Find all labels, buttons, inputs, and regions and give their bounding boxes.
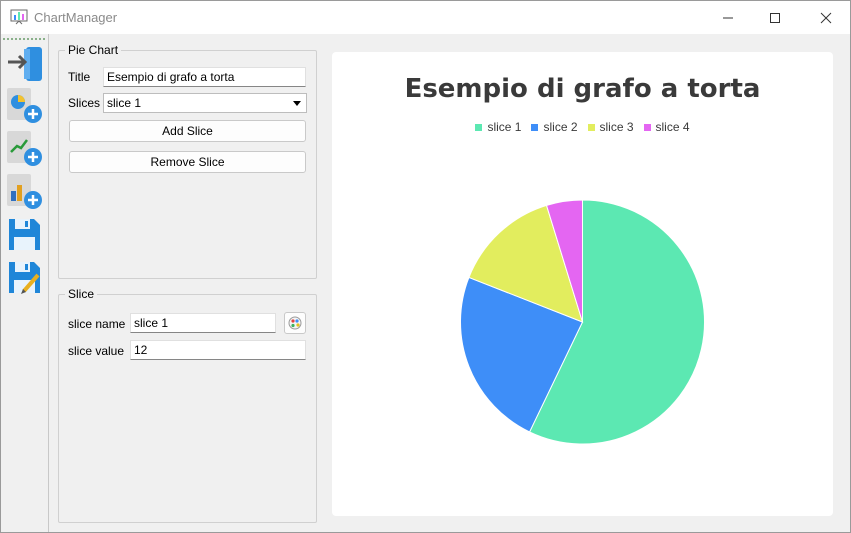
slice-value-input[interactable] <box>130 340 306 360</box>
legend-item: slice 2 <box>531 120 578 134</box>
add-slice-label: Add Slice <box>162 124 213 138</box>
import-button[interactable] <box>6 43 44 81</box>
add-pie-chart-icon <box>7 88 42 123</box>
pie-chart-group-title: Pie Chart <box>65 43 122 57</box>
slices-selected-value: slice 1 <box>107 96 142 110</box>
minimize-icon <box>723 17 733 18</box>
app-icon <box>10 9 28 25</box>
legend-swatch <box>531 123 539 131</box>
title-label: Title <box>68 70 91 84</box>
add-bar-chart-icon <box>7 174 42 209</box>
slice-group-title: Slice <box>65 287 98 301</box>
save-button[interactable] <box>6 216 44 254</box>
slice-name-input[interactable] <box>130 313 276 333</box>
legend-item: slice 3 <box>587 120 634 134</box>
remove-slice-label: Remove Slice <box>150 155 225 169</box>
chart-view: Esempio di grafo a torta slice 1 slice 2s… <box>332 52 833 516</box>
add-line-chart-button[interactable] <box>6 130 44 168</box>
legend-label: slice 2 <box>543 120 578 134</box>
slice-value-label: slice value <box>68 344 125 358</box>
color-picker-button[interactable] <box>284 312 306 334</box>
add-slice-button[interactable]: Add Slice <box>69 120 306 142</box>
add-line-chart-icon <box>7 131 42 166</box>
slice-name-label: slice name <box>68 317 126 331</box>
maximize-button[interactable] <box>752 1 798 34</box>
window-title: ChartManager <box>34 10 118 25</box>
slices-combobox[interactable]: slice 1 <box>103 93 307 113</box>
remove-slice-button[interactable]: Remove Slice <box>69 151 306 173</box>
save-as-icon <box>9 262 40 294</box>
title-bar: ChartManager <box>1 1 850 34</box>
add-pie-chart-button[interactable] <box>6 87 44 125</box>
legend-label: slice 3 <box>599 120 634 134</box>
close-button[interactable] <box>803 1 849 34</box>
palette-icon <box>288 316 302 330</box>
legend-label: slice 1 <box>487 120 522 134</box>
legend-swatch <box>475 123 483 131</box>
import-icon <box>8 47 42 81</box>
save-icon <box>9 219 40 250</box>
legend-label: slice 4 <box>655 120 690 134</box>
legend-item: slice 1 <box>475 120 521 134</box>
slices-label: Slices <box>68 96 101 110</box>
close-icon <box>820 12 832 23</box>
chart-title-input[interactable] <box>103 67 306 87</box>
pie-chart <box>459 199 705 445</box>
chart-title: Esempio di grafo a torta <box>404 74 761 104</box>
minimize-button[interactable] <box>705 1 751 34</box>
legend-swatch <box>643 123 651 131</box>
left-toolbar <box>1 34 49 532</box>
app-window: ChartManager Pie Chart Title Esempio di … <box>0 0 851 533</box>
toolbar-grip[interactable] <box>3 38 45 40</box>
legend-item: slice 4 <box>643 120 690 134</box>
maximize-icon <box>770 12 780 23</box>
chevron-down-icon <box>293 101 301 106</box>
legend-swatch <box>587 123 595 131</box>
add-bar-chart-button[interactable] <box>6 173 44 211</box>
chart-legend: slice 1 slice 2 slice 3 slice 4 <box>332 120 833 134</box>
save-as-button[interactable] <box>6 259 44 297</box>
